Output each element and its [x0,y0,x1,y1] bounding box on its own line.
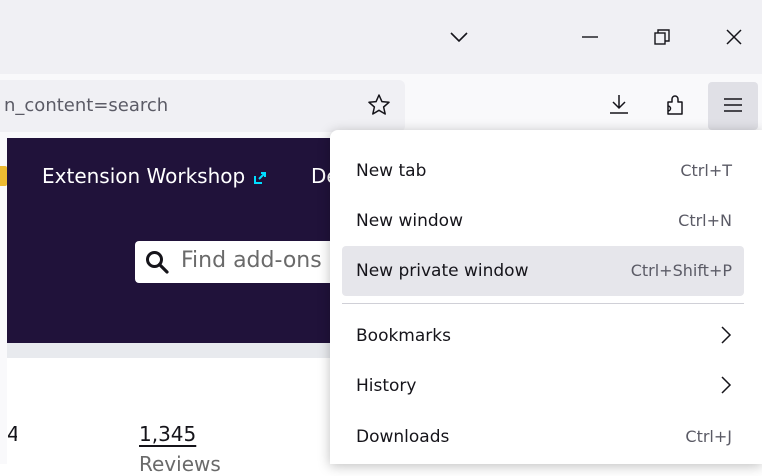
nav-link-extension-workshop[interactable]: Extension Workshop [42,164,267,190]
menu-item-shortcut: Ctrl+T [680,161,732,180]
external-link-icon [253,166,267,190]
menu-separator [342,303,744,304]
list-all-tabs-button[interactable] [437,16,481,58]
hamburger-menu-icon [724,97,742,116]
menu-item-label: History [356,376,417,396]
menu-item-downloads[interactable]: Downloads Ctrl+J [342,412,744,462]
bookmark-star-button[interactable] [364,92,394,122]
nav-link-partial-left[interactable] [0,164,7,188]
menu-item-history[interactable]: History [342,361,744,411]
extensions-button[interactable] [656,82,694,130]
menu-item-bookmarks[interactable]: Bookmarks [342,311,744,361]
title-bar [0,0,762,74]
star-icon [367,93,391,121]
chevron-right-icon [720,375,732,399]
reviews-label: Reviews [139,452,221,476]
menu-item-new-window[interactable]: New window Ctrl+N [342,196,744,246]
url-text[interactable]: n_content=search [4,95,168,116]
download-icon [608,93,630,119]
nav-link-label: Extension Workshop [42,164,246,188]
restore-icon [654,29,670,45]
downloads-button[interactable] [600,82,638,130]
stat-value-partial: 4 [7,422,17,446]
close-window-button[interactable] [712,16,756,58]
open-application-menu-button[interactable] [708,82,758,130]
menu-item-label: Bookmarks [356,326,451,346]
extensions-icon [664,92,686,120]
minimize-icon [582,36,598,38]
menu-item-shortcut: Ctrl+N [678,211,732,230]
search-icon [145,250,169,278]
menu-item-label: New window [356,211,463,231]
chevron-down-icon [449,31,469,43]
menu-item-shortcut: Ctrl+J [685,427,732,446]
application-menu: New tab Ctrl+T New window Ctrl+N New pri… [330,130,762,464]
menu-item-label: New private window [356,261,529,281]
nav-toolbar: n_content=search [0,74,762,138]
url-bar[interactable]: n_content=search [0,80,405,132]
menu-item-shortcut: Ctrl+Shift+P [630,261,732,280]
search-input[interactable]: Find add-ons [135,241,355,283]
search-placeholder: Find add-ons [181,248,322,273]
menu-item-label: Downloads [356,427,450,447]
chevron-right-icon [720,325,732,349]
reviews-count-link[interactable]: 1,345 [139,422,196,446]
restore-button[interactable] [640,16,684,58]
menu-item-label: New tab [356,161,427,181]
menu-item-new-tab[interactable]: New tab Ctrl+T [342,146,744,196]
minimize-button[interactable] [568,16,612,58]
menu-item-new-private-window[interactable]: New private window Ctrl+Shift+P [342,246,744,296]
close-icon [726,29,742,45]
